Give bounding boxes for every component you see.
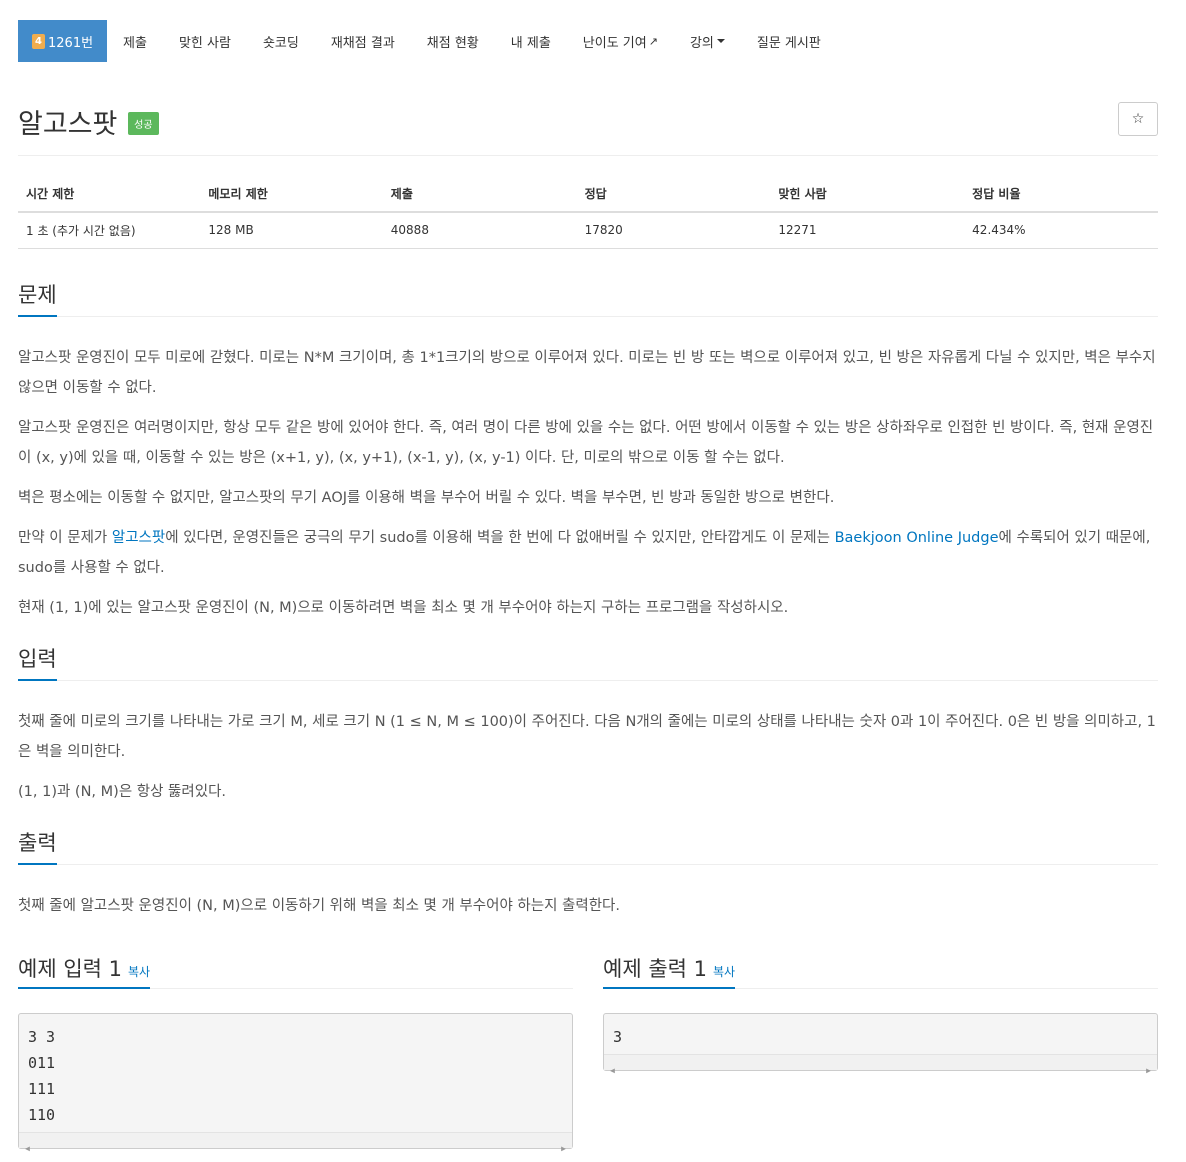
input-section: 입력 첫째 줄에 미로의 크기를 나타내는 가로 크기 M, 세로 크기 N (…: [18, 645, 1158, 807]
copy-input-button[interactable]: 복사: [128, 965, 150, 979]
sample-output-code[interactable]: 3 ◀ ▶: [603, 1012, 1158, 1075]
accepted: 17820: [576, 212, 771, 249]
output-section: 출력 첫째 줄에 알고스팟 운영진이 (N, M)으로 이동하기 위해 벽을 최…: [18, 829, 1158, 921]
paragraph: 알고스팟 운영진이 모두 미로에 갇혔다. 미로는 N*M 크기이며, 총 1*…: [18, 349, 1156, 396]
th-time-limit: 시간 제한: [18, 176, 201, 213]
table-row: 1 초 (추가 시간 없음) 128 MB 40888 17820 12271 …: [18, 212, 1158, 249]
nav-difficulty-label: 난이도 기여: [582, 35, 647, 51]
th-submissions: 제출: [382, 176, 577, 213]
scroll-right-icon[interactable]: ▶: [1146, 1058, 1151, 1084]
nav-submit[interactable]: 제출: [107, 20, 163, 62]
star-button[interactable]: ☆: [1118, 102, 1158, 136]
scroll-right-icon[interactable]: ▶: [561, 1136, 566, 1162]
nav-problem[interactable]: 4 1261번: [18, 20, 108, 62]
paragraph: 알고스팟 운영진은 여러명이지만, 항상 모두 같은 방에 있어야 한다. 즉,…: [18, 419, 1154, 466]
section-title: 출력: [18, 827, 57, 865]
paragraph: 첫째 줄에 알고스팟 운영진이 (N, M)으로 이동하기 위해 벽을 최소 몇…: [18, 897, 620, 914]
scroll-left-icon[interactable]: ◀: [610, 1058, 615, 1084]
solvers: 12271: [770, 212, 965, 249]
section-title: 문제: [18, 279, 57, 317]
sample-input-title: 예제 입력 1: [18, 956, 122, 981]
text: 에 있다면, 운영진들은 궁극의 무기 sudo를 이용해 벽을 한 번에 다 …: [165, 529, 835, 546]
table-header-row: 시간 제한 메모리 제한 제출 정답 맞힌 사람 정답 비율: [18, 176, 1158, 213]
status-badge: 성공: [128, 112, 159, 135]
paragraph: 현재 (1, 1)에 있는 알고스팟 운영진이 (N, M)으로 이동하려면 벽…: [18, 599, 789, 616]
star-icon: ☆: [1131, 111, 1145, 127]
code-text: 3 3 011 111 110: [28, 1027, 56, 1124]
tier-icon: 4: [32, 33, 45, 49]
problem-info-table: 시간 제한 메모리 제한 제출 정답 맞힌 사람 정답 비율 1 초 (추가 시…: [18, 176, 1158, 249]
nav-solvers[interactable]: 맞힌 사람: [163, 20, 247, 62]
problem-page: 4 1261번 제출 맞힌 사람 숏코딩 재채점 결과 채점 현황 내 제출 난…: [18, 20, 1158, 1153]
section-header: 출력: [18, 829, 1158, 865]
paragraph: 벽은 평소에는 이동할 수 없지만, 알고스팟의 무기 AOJ를 이용해 벽을 …: [18, 489, 835, 506]
th-accepted: 정답: [576, 176, 771, 213]
paragraph: 첫째 줄에 미로의 크기를 나타내는 가로 크기 M, 세로 크기 N (1 ≤…: [18, 713, 1156, 760]
nav-short-coding[interactable]: 숏코딩: [247, 20, 315, 62]
problem-section: 문제 알고스팟 운영진이 모두 미로에 갇혔다. 미로는 N*M 크기이며, 총…: [18, 281, 1158, 623]
samples: 예제 입력 1 복사 3 3 011 111 110 ◀ ▶ 예제 출력 1 복사 3…: [18, 949, 1158, 1153]
nav-problem-label: 1261번: [48, 35, 94, 51]
horizontal-scrollbar[interactable]: ◀ ▶: [19, 1131, 572, 1153]
submissions: 40888: [382, 212, 577, 249]
problem-nav: 4 1261번 제출 맞힌 사람 숏코딩 재채점 결과 채점 현황 내 제출 난…: [18, 20, 1158, 62]
th-memory-limit: 메모리 제한: [200, 176, 383, 213]
paragraph: 만약 이 문제가 알고스팟에 있다면, 운영진들은 궁극의 무기 sudo를 이…: [18, 523, 1158, 583]
section-title: 입력: [18, 643, 57, 681]
memory-limit: 128 MB: [200, 212, 383, 249]
sample-header: 예제 입력 1 복사: [18, 949, 573, 989]
nav-difficulty[interactable]: 난이도 기여 ↗: [567, 20, 674, 62]
paragraph: (1, 1)과 (N, M)은 항상 뚫려있다.: [18, 783, 227, 800]
sample-output: 예제 출력 1 복사 3 ◀ ▶: [603, 949, 1158, 1149]
nav-my-submissions[interactable]: 내 제출: [495, 20, 567, 62]
section-header: 입력: [18, 645, 1158, 681]
nav-rejudge[interactable]: 재채점 결과: [315, 20, 411, 62]
th-solvers: 맞힌 사람: [770, 176, 965, 213]
sample-output-title: 예제 출력 1: [603, 956, 707, 981]
horizontal-scrollbar[interactable]: ◀ ▶: [604, 1053, 1157, 1075]
time-limit: 1 초 (추가 시간 없음): [18, 212, 201, 249]
sample-title: 예제 출력 1 복사: [603, 953, 736, 989]
scroll-left-icon[interactable]: ◀: [25, 1136, 30, 1162]
output-description: 첫째 줄에 알고스팟 운영진이 (N, M)으로 이동하기 위해 벽을 최소 몇…: [18, 891, 1158, 921]
sample-input: 예제 입력 1 복사 3 3 011 111 110 ◀ ▶: [18, 949, 573, 1153]
caret-down-icon: [716, 39, 725, 43]
ratio: 42.434%: [964, 212, 1158, 249]
sample-title: 예제 입력 1 복사: [18, 953, 151, 989]
boj-link[interactable]: Baekjoon Online Judge: [835, 530, 999, 546]
sample-header: 예제 출력 1 복사: [603, 949, 1158, 989]
problem-description: 알고스팟 운영진이 모두 미로에 갇혔다. 미로는 N*M 크기이며, 총 1*…: [18, 343, 1158, 623]
algospot-link[interactable]: 알고스팟: [112, 530, 165, 546]
nav-lecture-label: 강의: [689, 35, 714, 51]
nav-board[interactable]: 질문 게시판: [741, 20, 837, 62]
text: 만약 이 문제가: [18, 529, 112, 546]
page-header: 알고스팟 성공 ☆: [18, 102, 1158, 156]
code-text: 3: [613, 1027, 623, 1046]
th-ratio: 정답 비율: [964, 176, 1158, 213]
sample-input-code[interactable]: 3 3 011 111 110 ◀ ▶: [18, 1012, 573, 1153]
section-header: 문제: [18, 281, 1158, 317]
copy-output-button[interactable]: 복사: [713, 965, 735, 979]
page-title: 알고스팟: [18, 109, 118, 140]
nav-lecture[interactable]: 강의: [674, 20, 741, 62]
external-link-icon: ↗: [648, 34, 658, 48]
nav-status[interactable]: 채점 현황: [411, 20, 495, 62]
input-description: 첫째 줄에 미로의 크기를 나타내는 가로 크기 M, 세로 크기 N (1 ≤…: [18, 707, 1158, 807]
